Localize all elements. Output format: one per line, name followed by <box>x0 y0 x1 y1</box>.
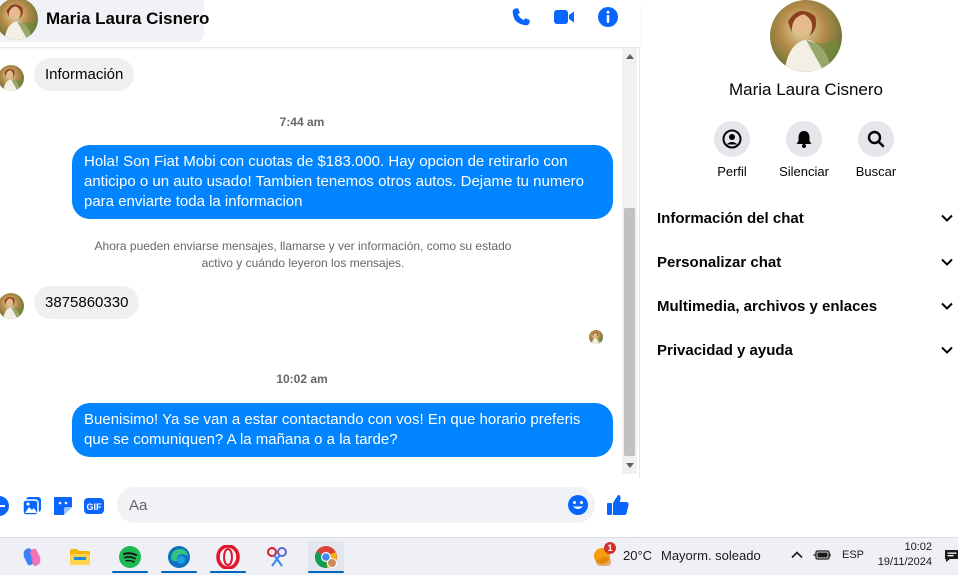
system-notice: Ahora pueden enviarse mensajes, llamarse… <box>94 239 512 270</box>
copilot-icon <box>23 548 41 566</box>
chat-pane: Maria Laura Cisnero Información 7:44 am … <box>0 0 640 537</box>
search-label: Buscar <box>855 164 897 179</box>
contact-name[interactable]: Maria Laura Cisnero <box>46 9 209 29</box>
message-timestamp: 10:02 am <box>276 372 328 386</box>
phone-icon[interactable] <box>509 5 533 29</box>
section-label: Personalizar chat <box>657 253 782 271</box>
sticker-icon[interactable] <box>52 495 74 517</box>
spotify-app[interactable] <box>112 541 148 573</box>
incoming-message[interactable]: Información <box>34 58 135 91</box>
section-media-files-links[interactable]: Multimedia, archivos y enlaces <box>641 286 958 326</box>
chevron-down-icon <box>941 214 953 222</box>
scroll-down-arrow[interactable] <box>626 463 634 468</box>
incoming-message[interactable]: 3875860330 <box>34 286 140 319</box>
message-list: Información 7:44 am Hola! Son Fiat Mobi … <box>0 48 622 478</box>
copilot-app[interactable] <box>14 541 50 573</box>
search-icon <box>867 130 885 148</box>
clock-date: 19/11/2024 <box>877 556 932 568</box>
weather-badge: 1 <box>604 542 616 554</box>
contact-header-button[interactable]: Maria Laura Cisnero <box>0 0 209 42</box>
outgoing-message[interactable]: Hola! Son Fiat Mobi con cuotas de $183.0… <box>72 145 613 219</box>
section-customize-chat[interactable]: Personalizar chat <box>641 242 958 282</box>
message-input[interactable] <box>117 487 595 523</box>
opera-app[interactable] <box>210 541 246 573</box>
image-icon[interactable] <box>21 495 43 517</box>
profile-icon <box>722 129 742 149</box>
section-label: Privacidad y ayuda <box>657 341 793 359</box>
scroll-up-arrow[interactable] <box>626 54 634 59</box>
profile-button[interactable]: Perfil <box>702 121 762 179</box>
file-explorer-icon <box>70 549 90 565</box>
file-explorer-app[interactable] <box>62 541 98 573</box>
profile-name: Maria Laura Cisnero <box>728 80 883 99</box>
spotify-icon <box>119 546 141 568</box>
outgoing-message[interactable]: Buenisimo! Ya se van a estar contactando… <box>72 403 613 457</box>
conversation-info-panel: Maria Laura Cisnero Perfil Silenciar Bus… <box>641 0 958 537</box>
message-timestamp: 7:44 am <box>279 115 325 129</box>
gif-label: GIF <box>87 502 103 512</box>
battery-plugged-icon[interactable] <box>813 548 831 562</box>
section-chat-info[interactable]: Información del chat <box>641 198 958 238</box>
opera-icon <box>216 545 240 569</box>
chrome-icon <box>314 546 337 569</box>
profile-avatar[interactable] <box>770 0 842 72</box>
chat-header: Maria Laura Cisnero <box>0 0 640 48</box>
section-label: Información del chat <box>657 209 804 227</box>
contact-avatar[interactable] <box>0 65 24 91</box>
contact-avatar[interactable] <box>0 0 38 40</box>
weather-description[interactable]: Mayorm. soleado <box>661 548 761 563</box>
chevron-down-icon <box>941 346 953 354</box>
clock-time: 10:02 <box>904 541 932 553</box>
snipping-tool-app[interactable] <box>259 541 295 573</box>
chrome-app[interactable] <box>308 541 344 573</box>
section-label: Multimedia, archivos y enlaces <box>657 297 878 315</box>
taskbar: 1 20°C Mayorm. soleado ESP 10:02 19/11/2… <box>0 537 958 575</box>
emoji-icon[interactable] <box>567 494 589 516</box>
mute-label: Silenciar <box>779 164 829 179</box>
profile-label: Perfil <box>717 164 747 179</box>
chevron-up-icon[interactable] <box>790 548 804 562</box>
seen-receipt-avatar <box>589 330 603 344</box>
section-privacy-support[interactable]: Privacidad y ayuda <box>641 330 958 370</box>
mute-button[interactable]: Silenciar <box>774 121 834 179</box>
chevron-down-icon <box>941 302 953 310</box>
contact-avatar[interactable] <box>0 293 24 319</box>
composer: GIF <box>0 478 640 536</box>
scroll-thumb[interactable] <box>624 208 635 456</box>
system-clock[interactable]: 10:02 19/11/2024 <box>874 540 932 570</box>
gif-icon[interactable]: GIF <box>83 495 105 517</box>
message-scrollbar[interactable] <box>622 48 637 474</box>
info-icon[interactable] <box>596 5 620 29</box>
chevron-down-icon <box>941 258 953 266</box>
input-language[interactable]: ESP <box>842 549 864 561</box>
video-call-icon[interactable] <box>552 5 576 29</box>
bell-icon <box>796 131 812 148</box>
weather-temperature[interactable]: 20°C <box>623 548 652 563</box>
notification-icon[interactable] <box>944 548 958 564</box>
plus-icon[interactable] <box>0 495 10 517</box>
search-button[interactable]: Buscar <box>846 121 906 179</box>
edge-icon <box>168 546 190 568</box>
edge-app[interactable] <box>161 541 197 573</box>
snipping-tool-icon <box>267 547 287 567</box>
like-icon[interactable] <box>605 492 631 518</box>
